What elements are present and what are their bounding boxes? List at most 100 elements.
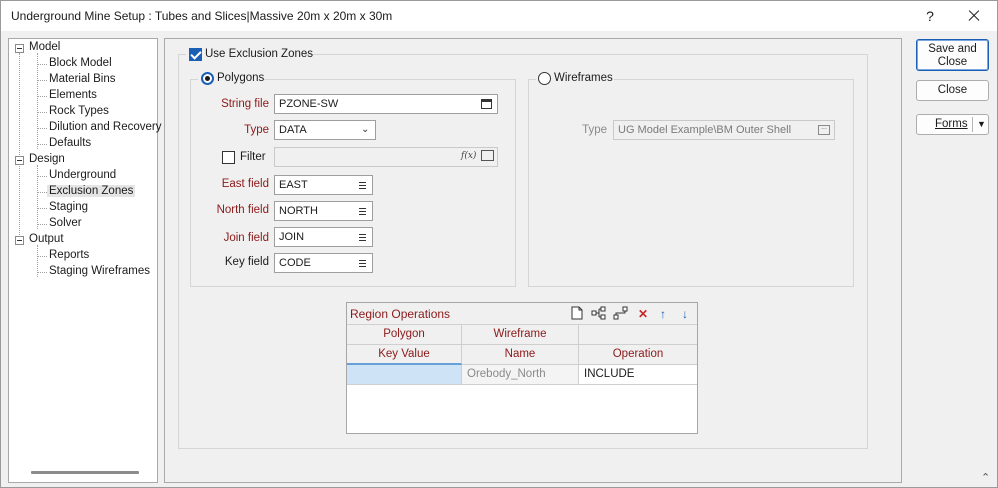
- east-field-input[interactable]: EAST: [274, 175, 373, 195]
- cell-name[interactable]: Orebody_North: [462, 365, 579, 385]
- browse-icon[interactable]: ...: [818, 124, 830, 135]
- tree-line: [19, 53, 20, 239]
- close-label: Close: [937, 84, 968, 96]
- type-dropdown[interactable]: DATA ⌄: [274, 120, 376, 140]
- tree-line: [37, 272, 47, 273]
- tree-item-staging[interactable]: Staging: [49, 201, 88, 213]
- tree-line: [37, 128, 47, 129]
- tree-item-rock-types[interactable]: Rock Types: [49, 105, 109, 117]
- tree-item-reports[interactable]: Reports: [49, 249, 89, 261]
- north-field-value: NORTH: [279, 205, 318, 217]
- tree-line: [37, 53, 38, 149]
- collapse-toggle-design[interactable]: [15, 156, 24, 165]
- tree-line: [37, 256, 47, 257]
- tree-item-staging-wireframes[interactable]: Staging Wireframes: [49, 265, 150, 277]
- close-window-button[interactable]: [959, 3, 989, 29]
- delete-icon[interactable]: ✕: [635, 306, 651, 322]
- use-exclusion-zones-checkbox[interactable]: [189, 48, 202, 61]
- forms-label: Forms: [935, 118, 968, 130]
- wireframes-label: Wireframes: [554, 72, 613, 84]
- wireframe-type-field[interactable]: UG Model Example\BM Outer Shell ...: [613, 120, 835, 140]
- forms-dropdown-arrow-icon[interactable]: ▼: [977, 115, 986, 134]
- join-field-label: Join field: [223, 232, 269, 244]
- tree-line: [37, 112, 47, 113]
- column-header-key-value[interactable]: Key Value: [347, 345, 462, 365]
- tree-item-dilution-recovery[interactable]: Dilution and Recovery: [49, 121, 162, 133]
- filter-checkbox[interactable]: [222, 151, 235, 164]
- north-field-input[interactable]: NORTH: [274, 201, 373, 221]
- join-field-input[interactable]: JOIN: [274, 227, 373, 247]
- collapse-toggle-model[interactable]: [15, 44, 24, 53]
- tree-line: [37, 64, 47, 65]
- tree-line: [37, 144, 47, 145]
- wireframe-type-label: Type: [582, 124, 607, 136]
- tree-item-material-bins[interactable]: Material Bins: [49, 73, 115, 85]
- string-file-value: PZONE-SW: [279, 98, 339, 110]
- tree-item-elements[interactable]: Elements: [49, 89, 97, 101]
- chevron-down-icon: ⌄: [361, 124, 370, 135]
- column-group-polygon: Polygon: [347, 325, 462, 345]
- save-and-close-button[interactable]: Save and Close: [916, 39, 989, 71]
- key-field-input[interactable]: CODE: [274, 253, 373, 273]
- forms-button[interactable]: Forms ▼: [916, 114, 989, 135]
- tree-add-icon[interactable]: [591, 306, 607, 322]
- join-field-value: JOIN: [279, 231, 305, 243]
- tree-line: [37, 192, 47, 193]
- filter-field[interactable]: f(x): [274, 147, 498, 167]
- window-title: Underground Mine Setup : Tubes and Slice…: [11, 9, 393, 23]
- field-list-icon[interactable]: [359, 260, 366, 267]
- tree-item-block-model[interactable]: Block Model: [49, 57, 112, 69]
- wireframes-radio[interactable]: [538, 72, 551, 85]
- east-field-value: EAST: [279, 179, 308, 191]
- tree-line: [37, 176, 47, 177]
- down-arrow-icon[interactable]: ↓: [677, 306, 693, 322]
- tree-item-solver[interactable]: Solver: [49, 217, 82, 229]
- column-header-operation[interactable]: Operation: [579, 345, 697, 365]
- key-field-value: CODE: [279, 257, 311, 269]
- filter-label: Filter: [240, 151, 266, 163]
- tree-group-output[interactable]: Output: [29, 233, 64, 245]
- tree-line: [37, 96, 47, 97]
- field-list-icon[interactable]: [359, 208, 366, 215]
- file-browse-icon[interactable]: [481, 99, 492, 109]
- up-arrow-icon[interactable]: ↑: [655, 306, 671, 322]
- polygons-label: Polygons: [217, 72, 265, 84]
- type-value: DATA: [279, 124, 307, 136]
- collapse-toggle-output[interactable]: [15, 236, 24, 245]
- table-icon[interactable]: [481, 150, 494, 161]
- save-and-close-label: Save and Close: [928, 43, 977, 68]
- navigation-tree: Model Block Model Material Bins Elements…: [8, 38, 162, 483]
- column-group-wireframe: Wireframe: [462, 325, 579, 345]
- wireframes-group: [528, 79, 854, 287]
- tree-remove-icon[interactable]: [613, 306, 629, 322]
- east-field-label: East field: [221, 178, 269, 190]
- close-button[interactable]: Close: [916, 80, 989, 101]
- column-header-name[interactable]: Name: [462, 345, 579, 365]
- tree-horizontal-scrollbar[interactable]: [31, 471, 139, 474]
- column-group-empty: [579, 325, 697, 345]
- resize-grip-icon[interactable]: ⌃: [981, 471, 995, 485]
- tree-item-exclusion-zones[interactable]: Exclusion Zones: [47, 185, 136, 197]
- tree-line: [37, 80, 47, 81]
- type-label: Type: [244, 124, 269, 136]
- tree-line: [37, 165, 38, 229]
- function-icon[interactable]: f(x): [461, 151, 476, 161]
- help-button[interactable]: ?: [916, 3, 944, 29]
- region-operations-title: Region Operations: [350, 307, 451, 321]
- cell-key-value[interactable]: [347, 365, 462, 385]
- tree-group-design[interactable]: Design: [29, 153, 65, 165]
- new-icon[interactable]: [569, 306, 585, 322]
- tree-line: [37, 208, 47, 209]
- field-list-icon[interactable]: [359, 182, 366, 189]
- string-file-label: String file: [221, 98, 269, 110]
- forms-separator: [972, 117, 973, 132]
- tree-item-underground[interactable]: Underground: [49, 169, 116, 181]
- tree-line: [37, 224, 47, 225]
- polygons-radio[interactable]: [201, 72, 214, 85]
- cell-operation[interactable]: INCLUDE: [579, 365, 697, 385]
- tree-group-model[interactable]: Model: [29, 41, 60, 53]
- string-file-field[interactable]: PZONE-SW: [274, 94, 498, 114]
- title-bar: Underground Mine Setup : Tubes and Slice…: [1, 1, 997, 31]
- tree-item-defaults[interactable]: Defaults: [49, 137, 91, 149]
- field-list-icon[interactable]: [359, 234, 366, 241]
